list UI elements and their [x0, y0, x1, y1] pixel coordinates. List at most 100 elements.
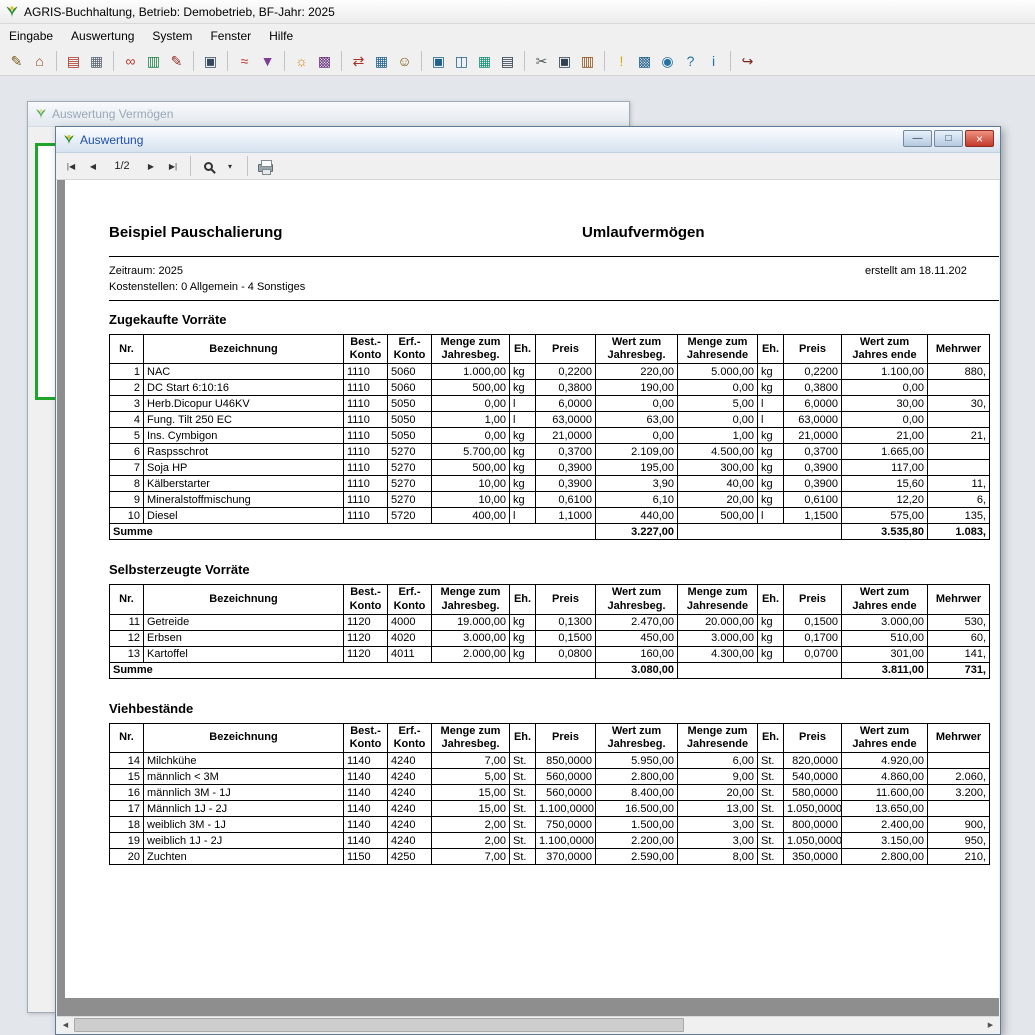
cell-menge-jahresende: 5.000,00 — [678, 364, 758, 380]
column-header-eh: Eh. — [510, 723, 536, 752]
close-button[interactable]: × — [965, 130, 994, 147]
journal-print-icon[interactable]: ▤ — [62, 50, 85, 73]
search-glasses-icon[interactable]: ∞ — [119, 50, 142, 73]
web-print-icon[interactable]: ▩ — [633, 50, 656, 73]
cell-eh: kg — [758, 630, 784, 646]
cell-eh: kg — [758, 492, 784, 508]
scrollbar-thumb[interactable] — [74, 1018, 684, 1032]
horizontal-scrollbar[interactable]: ◀ ▶ — [57, 1016, 999, 1033]
storno-edit-icon[interactable]: ✎ — [165, 50, 188, 73]
exit-icon[interactable]: ↪ — [736, 50, 759, 73]
cell-bezeichnung: Diesel — [144, 508, 344, 524]
cell-preis: 0,6100 — [536, 492, 596, 508]
prev-page-button[interactable]: ◀ — [83, 156, 103, 176]
globe-icon[interactable]: ◉ — [656, 50, 679, 73]
report-window-titlebar[interactable]: Auswertung — □ × — [56, 127, 1000, 153]
flash-icon[interactable]: ! — [610, 50, 633, 73]
cell-preis: 0,3800 — [536, 380, 596, 396]
cell-mehrwert — [928, 412, 990, 428]
booking-entry-icon[interactable]: ✎ — [5, 50, 28, 73]
sun-icon[interactable]: ☼ — [290, 50, 313, 73]
save-disk-icon[interactable]: ▤ — [496, 50, 519, 73]
summe-wert-jahresbeg: 3.080,00 — [596, 662, 678, 678]
cell-wert-jahresende: 15,60 — [842, 476, 928, 492]
transfer-icon[interactable]: ⇄ — [347, 50, 370, 73]
menu-fenster[interactable]: Fenster — [201, 26, 260, 46]
column-header-mehrwert: Mehrwer — [928, 335, 990, 364]
cell-best-konto: 1110 — [344, 460, 388, 476]
cell-menge-jahresbeg: 7,00 — [432, 849, 510, 865]
print-button[interactable] — [255, 156, 275, 176]
cell-mehrwert — [928, 460, 990, 476]
cell-eh: kg — [758, 380, 784, 396]
last-page-button[interactable]: ▶| — [163, 156, 183, 176]
cell-nr: 10 — [110, 508, 144, 524]
cell-eh: kg — [510, 476, 536, 492]
copy-pages-icon[interactable]: ▣ — [553, 50, 576, 73]
cell-mehrwert: 950, — [928, 833, 990, 849]
cell-wert-jahresbeg: 3,90 — [596, 476, 678, 492]
cell-wert-jahresende: 4.860,00 — [842, 769, 928, 785]
bg-window-titlebar[interactable]: Auswertung Vermögen — [28, 102, 629, 127]
cell-best-konto: 1110 — [344, 444, 388, 460]
next-page-button[interactable]: ▶ — [141, 156, 161, 176]
copy-icon[interactable]: ▣ — [199, 50, 222, 73]
zoom-dropdown-button[interactable]: ▾ — [220, 156, 240, 176]
calculator-icon[interactable]: ▦ — [370, 50, 393, 73]
table-view-icon[interactable]: ▦ — [473, 50, 496, 73]
filter-funnel-icon[interactable]: ▼ — [256, 50, 279, 73]
maximize-button[interactable]: □ — [934, 130, 963, 147]
cell-menge-jahresbeg: 15,00 — [432, 801, 510, 817]
cell-preis: 0,3700 — [536, 444, 596, 460]
report-toolbar: |◀ ◀ 1/2 ▶ ▶| ▾ — [56, 153, 1000, 180]
cell-eh: kg — [510, 364, 536, 380]
cell-menge-jahresende: 6,00 — [678, 753, 758, 769]
cell-wert-jahresbeg: 63,00 — [596, 412, 678, 428]
cell-eh: St. — [510, 833, 536, 849]
cell-nr: 6 — [110, 444, 144, 460]
cell-bezeichnung: Fung. Tilt 250 EC — [144, 412, 344, 428]
cell-wert-jahresende: 1.665,00 — [842, 444, 928, 460]
column-header-menge-jahresende: Menge zum Jahresende — [678, 723, 758, 752]
printer-icon[interactable]: ▦ — [85, 50, 108, 73]
column-header-preis: Preis — [536, 723, 596, 752]
menu-system[interactable]: System — [143, 26, 201, 46]
cell-eh: kg — [510, 614, 536, 630]
summe-spacer — [678, 662, 842, 678]
cell-preis: 1.100,0000 — [536, 833, 596, 849]
report-created: erstellt am 18.11.202 — [865, 263, 967, 279]
menu-hilfe[interactable]: Hilfe — [260, 26, 302, 46]
cell-menge-jahresende: 0,00 — [678, 412, 758, 428]
column-header-nr: Nr. — [110, 723, 144, 752]
summe-label: Summe — [110, 524, 596, 540]
account-sheet-icon[interactable]: ▥ — [142, 50, 165, 73]
cell-eh: St. — [758, 801, 784, 817]
monitor-icon[interactable]: ▣ — [427, 50, 450, 73]
split-view-icon[interactable]: ◫ — [450, 50, 473, 73]
cell-preis: 0,1700 — [784, 630, 842, 646]
cell-bezeichnung: DC Start 6:10:16 — [144, 380, 344, 396]
zoom-button[interactable] — [198, 156, 218, 176]
scroll-left-button[interactable]: ◀ — [57, 1017, 74, 1033]
minimize-button[interactable]: — — [903, 130, 932, 147]
pattern-grid-icon[interactable]: ▩ — [313, 50, 336, 73]
menu-auswertung[interactable]: Auswertung — [62, 26, 143, 46]
cash-journal-icon[interactable]: ⌂ — [28, 50, 51, 73]
cell-bezeichnung: Erbsen — [144, 630, 344, 646]
cell-menge-jahresende: 3,00 — [678, 833, 758, 849]
column-header-eh: Eh. — [758, 335, 784, 364]
header-row: Nr.BezeichnungBest.- KontoErf.- KontoMen… — [110, 723, 990, 752]
paste-icon[interactable]: ▥ — [576, 50, 599, 73]
info-icon[interactable]: i — [702, 50, 725, 73]
menu-eingabe[interactable]: Eingabe — [0, 26, 62, 46]
chart-curve-icon[interactable]: ≈ — [233, 50, 256, 73]
cell-eh: l — [510, 508, 536, 524]
cut-icon[interactable]: ✂ — [530, 50, 553, 73]
cell-menge-jahresbeg: 1.000,00 — [432, 364, 510, 380]
cell-wert-jahresbeg: 2.200,00 — [596, 833, 678, 849]
report-table: Nr.BezeichnungBest.- KontoErf.- KontoMen… — [109, 723, 990, 865]
first-page-button[interactable]: |◀ — [61, 156, 81, 176]
scroll-right-button[interactable]: ▶ — [982, 1017, 999, 1033]
help-icon[interactable]: ? — [679, 50, 702, 73]
user-icon[interactable]: ☺ — [393, 50, 416, 73]
